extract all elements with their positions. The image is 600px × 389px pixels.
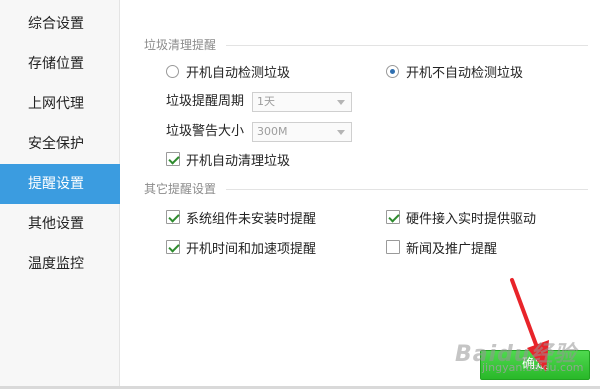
period-label: 垃圾提醒周期 [166, 94, 245, 109]
watermark-url: jingyan.baidu.com [482, 361, 584, 374]
radio-no-auto-detect-label: 开机不自动检测垃圾 [406, 65, 524, 81]
checkbox-checked-icon[interactable] [166, 240, 180, 254]
radio-button-icon[interactable] [166, 64, 179, 78]
sidebar-item-proxy[interactable]: 上网代理 [0, 84, 120, 124]
chevron-down-icon [337, 130, 345, 135]
checkbox-checked-icon[interactable] [386, 210, 400, 224]
option-label: 开机时间和加速项提醒 [186, 241, 317, 257]
size-select-value: 300M [257, 125, 288, 138]
sidebar-item-other[interactable]: 其他设置 [0, 204, 120, 244]
chevron-down-icon [337, 100, 345, 105]
radio-auto-detect[interactable]: 开机自动检测垃圾 [166, 62, 291, 81]
sidebar-item-reminder[interactable]: 提醒设置 [0, 164, 120, 204]
size-label: 垃圾警告大小 [166, 124, 245, 139]
other-reminder-title: 其它提醒设置 [144, 182, 217, 196]
checkbox-checked-icon[interactable] [166, 210, 180, 224]
trash-reminder-title: 垃圾清理提醒 [144, 38, 217, 52]
period-select-value: 1天 [257, 95, 275, 108]
sidebar: 综合设置 存储位置 上网代理 安全保护 提醒设置 其他设置 温度监控 [0, 0, 120, 389]
sidebar-item-general[interactable]: 综合设置 [0, 4, 120, 44]
auto-clean-label: 开机自动清理垃圾 [186, 153, 291, 169]
option-news-promo[interactable]: 新闻及推广提醒 [386, 238, 498, 257]
sidebar-item-temperature[interactable]: 温度监控 [0, 244, 120, 284]
auto-clean-option[interactable]: 开机自动清理垃圾 [166, 150, 291, 169]
radio-no-auto-detect[interactable]: 开机不自动检测垃圾 [386, 62, 524, 81]
period-select[interactable]: 1天 [252, 92, 352, 112]
option-label: 硬件接入实时提供驱动 [406, 211, 537, 227]
sidebar-item-security[interactable]: 安全保护 [0, 124, 120, 164]
option-boot-time[interactable]: 开机时间和加速项提醒 [166, 238, 317, 257]
sidebar-item-storage[interactable]: 存储位置 [0, 44, 120, 84]
checkbox-unchecked-icon[interactable] [386, 240, 400, 254]
option-system-component[interactable]: 系统组件未安装时提醒 [166, 208, 317, 227]
section-divider [226, 45, 588, 46]
size-select[interactable]: 300M [252, 122, 352, 142]
option-hardware-driver[interactable]: 硬件接入实时提供驱动 [386, 208, 537, 227]
radio-auto-detect-label: 开机自动检测垃圾 [186, 65, 291, 81]
section-divider [226, 189, 588, 190]
option-label: 系统组件未安装时提醒 [186, 211, 317, 227]
radio-button-selected-icon[interactable] [386, 64, 399, 78]
option-label: 新闻及推广提醒 [406, 241, 498, 257]
checkbox-checked-icon[interactable] [166, 152, 180, 166]
